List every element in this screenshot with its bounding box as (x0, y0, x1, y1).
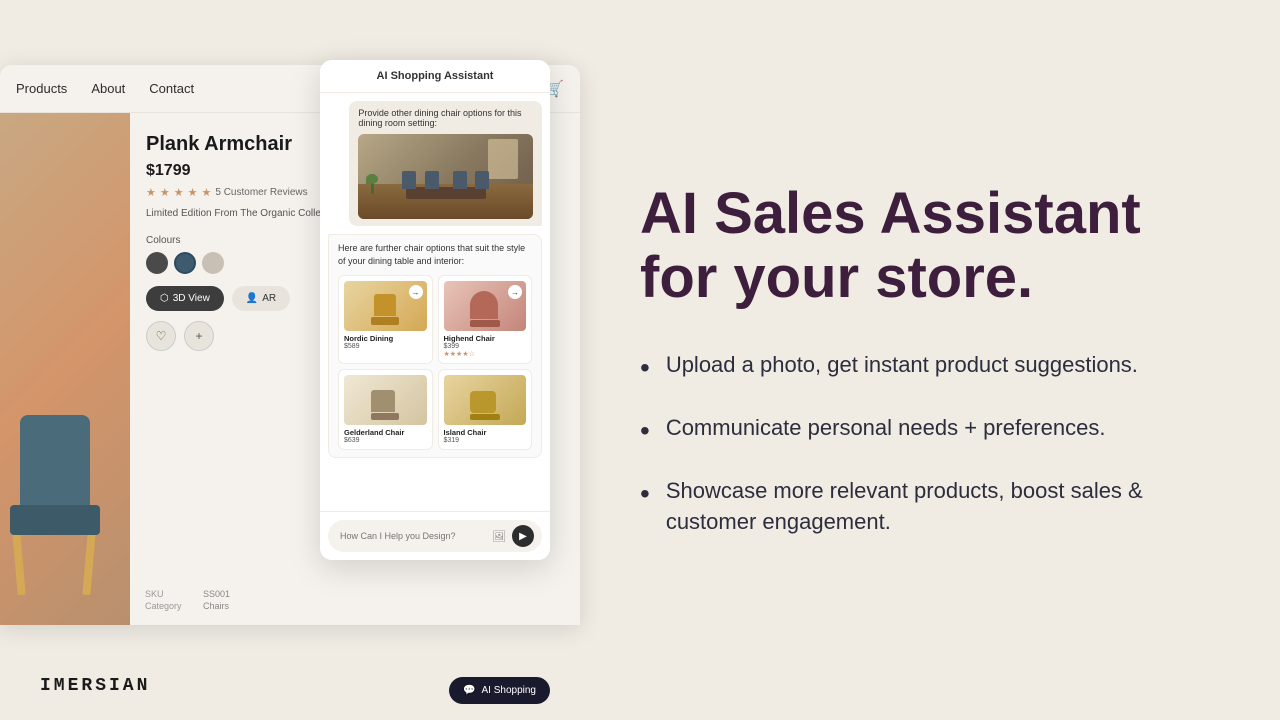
ai-chat-panel: AI Shopping Assistant Provide other dini… (320, 60, 550, 560)
nordic-chair-image: → (344, 281, 427, 331)
headline-line-1: AI Sales Assistant (640, 181, 1141, 246)
add-btn[interactable]: + (184, 321, 214, 351)
ai-response-text: Here are further chair options that suit… (338, 242, 532, 267)
feature-list: • Upload a photo, get instant product su… (640, 350, 1220, 538)
chat-input-wrap: 🖼 ▶ (328, 520, 542, 552)
sku-label: SKU (145, 589, 195, 599)
ai-shopping-label: AI Shopping (482, 685, 537, 696)
chat-header: AI Shopping Assistant (320, 60, 550, 93)
swatch-blue[interactable] (174, 252, 196, 274)
gelderland-chair-back (371, 390, 395, 412)
nav-about[interactable]: About (91, 81, 125, 96)
gelderland-chair-image (344, 375, 427, 425)
island-chair-price: $319 (444, 437, 527, 444)
nordic-chair-price: $589 (344, 343, 427, 350)
gelderland-chair-seat (371, 413, 399, 420)
highend-chair-stars: ★★★★☆ (444, 350, 527, 358)
company-logo: IMERSIAN (40, 676, 150, 696)
highend-chair-name: Highend Chair (444, 334, 527, 343)
dining-chair-1 (402, 171, 416, 189)
product-card-island[interactable]: Island Chair $319 (438, 369, 533, 450)
product-card-gelderland[interactable]: Gelderland Chair $639 (338, 369, 433, 450)
chat-input-area: 🖼 ▶ (320, 511, 550, 560)
chat-messages: Provide other dining chair options for t… (320, 93, 550, 511)
nordic-chair-seat (371, 317, 399, 325)
btn-3d-view[interactable]: ⬡ 3D View (146, 286, 224, 311)
category-value: Chairs (203, 601, 229, 611)
chair-visual (0, 113, 130, 625)
star-4: ★ (188, 186, 198, 199)
right-panel: AI Sales Assistant for your store. • Upl… (580, 0, 1280, 720)
image-upload-icon[interactable]: 🖼 (492, 530, 506, 543)
headline-line-2: for your store. (640, 245, 1033, 310)
feature-item-1: • Upload a photo, get instant product su… (640, 350, 1220, 387)
island-chair-back (470, 391, 496, 413)
highend-chair-price: $399 (444, 343, 527, 350)
bullet-dot-1: • (640, 348, 650, 387)
category-label: Category (145, 601, 195, 611)
reviews-count: 5 Customer Reviews (215, 187, 307, 198)
chat-send-button[interactable]: ▶ (512, 525, 534, 547)
user-message: Provide other dining chair options for t… (349, 101, 542, 226)
island-chair-image (444, 375, 527, 425)
chair-seat (10, 505, 100, 535)
window-light (488, 139, 518, 179)
plant-leaf (366, 174, 378, 184)
chair-leg-left (12, 533, 25, 595)
island-chair-name: Island Chair (444, 428, 527, 437)
star-3: ★ (174, 186, 184, 199)
cube-icon: ⬡ (160, 293, 169, 304)
left-panel: Products About Contact 🔍 ♡ 🛒 (0, 0, 580, 720)
feature-item-3: • Showcase more relevant products, boost… (640, 476, 1220, 538)
chat-input[interactable] (340, 531, 486, 541)
sku-value: SS001 (203, 589, 230, 599)
feature-text-3: Showcase more relevant products, boost s… (666, 476, 1220, 538)
plant (366, 174, 378, 199)
product-image (0, 113, 130, 625)
ai-shopping-button[interactable]: 💬 AI Shopping (449, 677, 550, 704)
island-chair-seat (470, 414, 500, 420)
star-2: ★ (160, 186, 170, 199)
highend-chair-seat (470, 320, 500, 327)
product-grid: → Nordic Dining $589 → (338, 275, 532, 450)
nav-contact[interactable]: Contact (149, 81, 194, 96)
product-card-highend[interactable]: → Highend Chair $399 ★★★★☆ (438, 275, 533, 364)
bullet-dot-3: • (640, 474, 650, 513)
user-message-text: Provide other dining chair options for t… (358, 108, 533, 128)
dining-chair-3 (453, 171, 467, 189)
card-arrow-highend: → (508, 285, 522, 299)
feature-text-2: Communicate personal needs + preferences… (666, 413, 1106, 444)
product-card-nordic[interactable]: → Nordic Dining $589 (338, 275, 433, 364)
dining-table (406, 187, 486, 199)
highend-chair-back (470, 291, 498, 319)
card-arrow-nordic: → (409, 285, 423, 299)
nav-products[interactable]: Products (16, 81, 67, 96)
star-1: ★ (146, 186, 156, 199)
headline: AI Sales Assistant for your store. (640, 182, 1220, 310)
gelderland-chair-price: $639 (344, 437, 427, 444)
star-5: ★ (202, 186, 212, 199)
ai-response: Here are further chair options that suit… (328, 234, 542, 458)
nordic-chair-name: Nordic Dining (344, 334, 427, 343)
nordic-chair-back (374, 294, 396, 316)
btn-3d-label: 3D View (173, 293, 210, 304)
chair-leg-right (82, 533, 95, 595)
dining-chair-4 (475, 171, 489, 189)
bullet-dot-2: • (640, 411, 650, 450)
feature-item-2: • Communicate personal needs + preferenc… (640, 413, 1220, 450)
gelderland-chair-name: Gelderland Chair (344, 428, 427, 437)
btn-ar-view[interactable]: 👤 AR (232, 286, 290, 311)
dining-chair-2 (425, 171, 439, 189)
chat-bubble-icon: 💬 (463, 685, 475, 696)
chair-back (20, 415, 90, 505)
btn-ar-label: AR (262, 293, 276, 304)
dining-room-image (358, 134, 533, 219)
wishlist-btn[interactable]: ♡ (146, 321, 176, 351)
highend-chair-image: → (444, 281, 527, 331)
swatch-dark[interactable] (146, 252, 168, 274)
sku-info: SKU SS001 Category Chairs (145, 589, 230, 613)
feature-text-1: Upload a photo, get instant product sugg… (666, 350, 1138, 381)
swatch-light[interactable] (202, 252, 224, 274)
ar-icon: 👤 (246, 293, 258, 304)
